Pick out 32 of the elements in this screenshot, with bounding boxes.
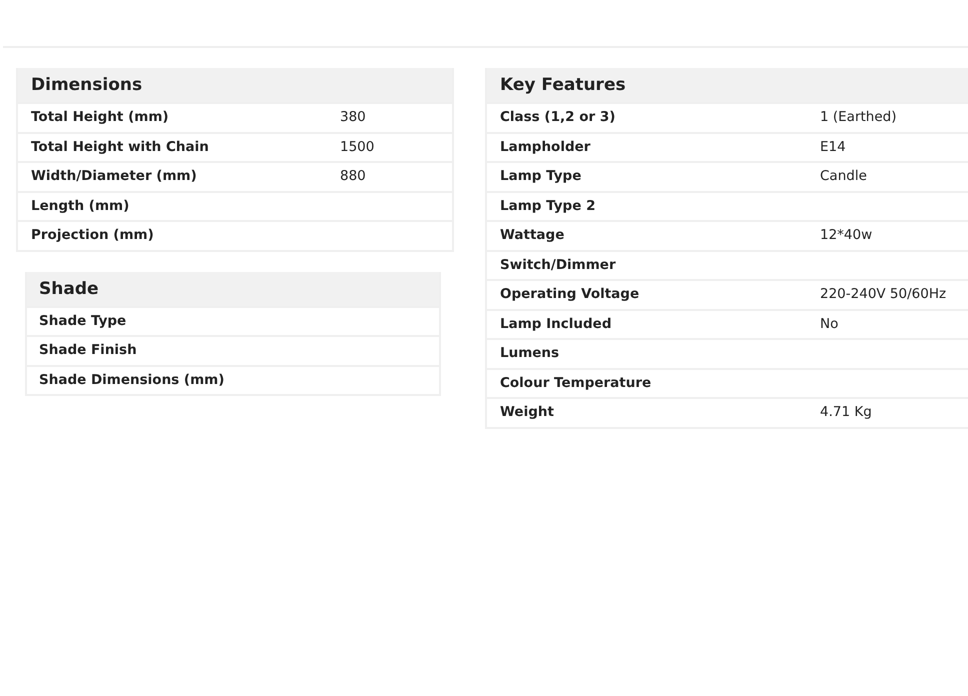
spec-value: 1 (Earthed)	[820, 108, 896, 127]
spec-value: 4.71 Kg	[820, 403, 872, 422]
spec-label: Lumens	[499, 344, 560, 363]
spec-label: Colour Temperature	[499, 374, 652, 392]
spec-value: E14	[820, 138, 846, 156]
spec-value: 12*40w	[820, 226, 872, 245]
spec-label: Shade Dimensions (mm)	[38, 370, 224, 390]
table-heading: Dimensions	[18, 68, 452, 102]
spec-label: Shade Finish	[38, 341, 137, 360]
spec-label: Length (mm)	[30, 196, 130, 216]
spec-value: No	[820, 314, 838, 334]
spec-value: Candle	[820, 167, 867, 186]
spec-label: Weight	[499, 403, 554, 422]
spec-label: Projection (mm)	[30, 226, 154, 245]
spec-label: Total Height with Chain	[30, 138, 209, 156]
spec-label: Lamp Included	[499, 314, 612, 334]
spec-label: Shade Type	[38, 312, 126, 330]
spec-value: 380	[340, 108, 366, 127]
spec-label: Total Height (mm)	[30, 108, 169, 127]
spec-label: Operating Voltage	[499, 285, 640, 304]
table-heading: Shade	[27, 272, 439, 306]
spec-label: Lamp Type	[499, 167, 582, 186]
spec-value: 1500	[340, 138, 374, 156]
table-heading: Key Features	[487, 68, 968, 102]
spec-label: Lampholder	[499, 138, 590, 156]
spec-label: Class (1,2 or 3)	[499, 108, 616, 127]
spec-label: Width/Diameter (mm)	[30, 167, 197, 186]
spec-value: 880	[340, 167, 366, 186]
spec-value: 220-240V 50/60Hz	[820, 285, 946, 304]
spec-label: Wattage	[499, 226, 564, 245]
spec-label: Switch/Dimmer	[499, 256, 616, 274]
spec-label: Lamp Type 2	[499, 196, 596, 216]
